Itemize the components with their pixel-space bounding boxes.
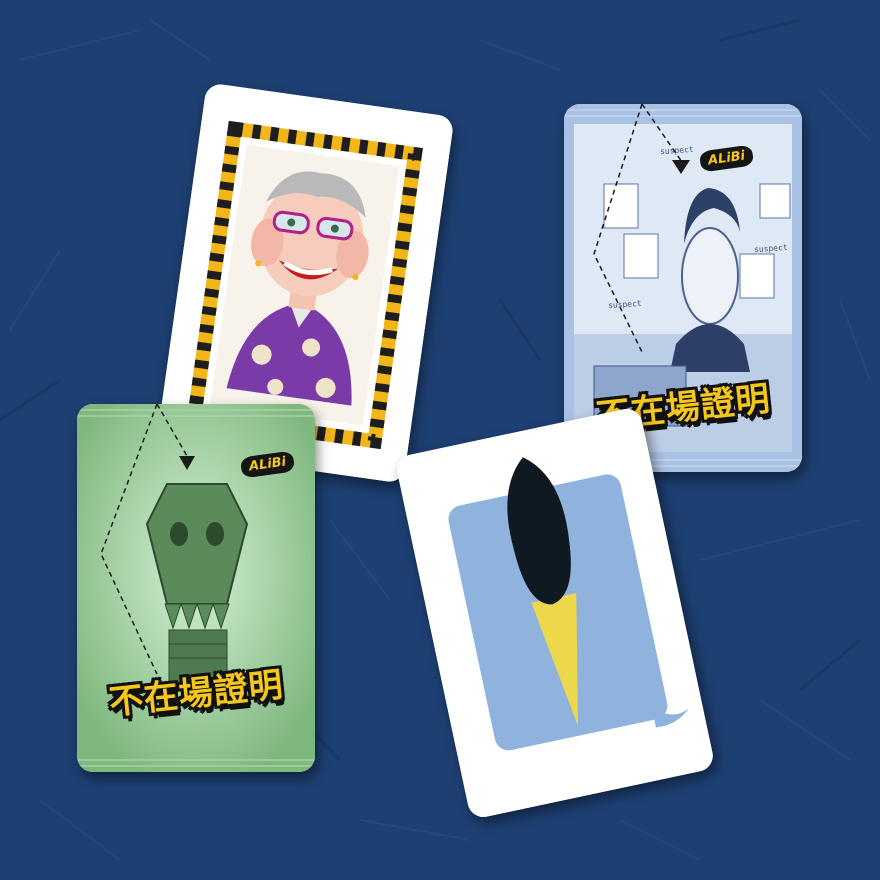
game-table: suspect suspect suspect ALiBi 不在場證明 ALiB…: [0, 0, 880, 880]
alibi-card-green[interactable]: ALiBi 不在場證明: [77, 404, 315, 772]
